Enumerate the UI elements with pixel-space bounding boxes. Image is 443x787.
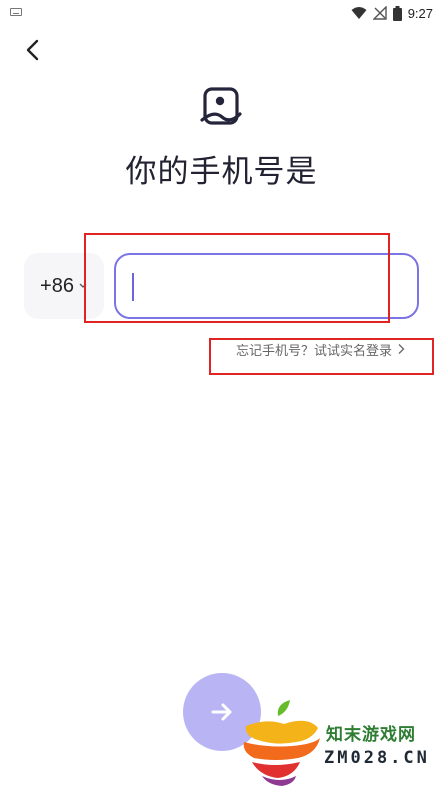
- battery-icon: [392, 5, 402, 21]
- watermark-text-domain: ZM028.CN: [324, 748, 430, 768]
- chevron-left-icon: [26, 39, 39, 61]
- country-code-selector[interactable]: +86: [24, 253, 104, 319]
- watermark-text-cn: 知末游戏网: [326, 725, 416, 744]
- phone-input[interactable]: [134, 265, 404, 307]
- forgot-phone-link[interactable]: 忘记手机号？试试实名登录: [236, 338, 406, 360]
- page-title: 你的手机号是: [125, 154, 318, 189]
- back-button[interactable]: [20, 36, 48, 64]
- chevron-down-icon: [79, 283, 87, 288]
- wifi-icon: [351, 7, 367, 19]
- no-signal-icon: [372, 6, 387, 20]
- status-time: 9:27: [407, 5, 433, 21]
- watermark: 知末游戏网 ZM028.CN: [236, 696, 443, 787]
- app-logo-icon: [200, 87, 242, 125]
- keyboard-icon: [10, 8, 22, 16]
- chevron-right-icon: [398, 344, 405, 354]
- status-icons: 9:27: [351, 4, 433, 22]
- forgot-phone-label: 忘记手机号？试试实名登录: [236, 342, 393, 358]
- status-bar: 9:27: [0, 0, 443, 26]
- phone-field[interactable]: [114, 253, 419, 319]
- country-code-label: +86: [40, 274, 74, 297]
- arrow-right-icon: [211, 703, 232, 721]
- watermark-logo-icon: [243, 700, 320, 786]
